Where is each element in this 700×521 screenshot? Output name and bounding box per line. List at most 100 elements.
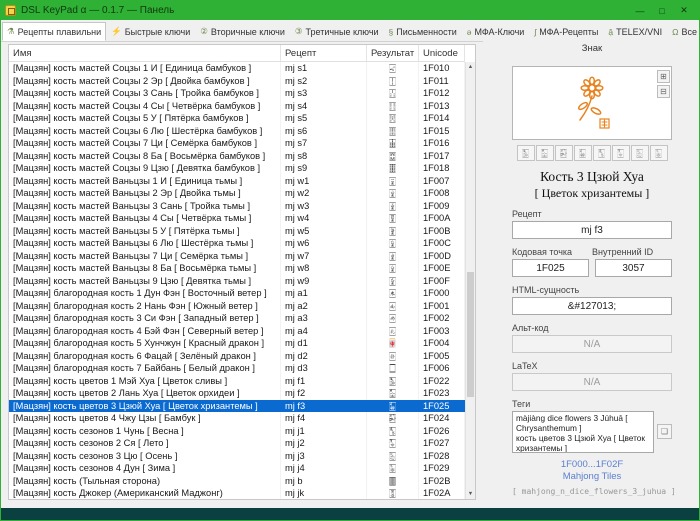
tags-field[interactable]: màjiàng dice flowers 3 Júhuā [ Chrysanth… (512, 411, 654, 453)
table-row[interactable]: [Мацзян] кость сезонов 1 Чунь [ Весна ]m… (9, 425, 465, 438)
tab-all-symbols[interactable]: ΩВсе символы (667, 22, 699, 41)
cell-unicode: 1F010 (419, 62, 465, 75)
cell-name: [Мацзян] благородная кость 4 Бэй Фэн [ С… (9, 325, 281, 338)
smelter-recipes-icon: ⚗ (7, 26, 15, 37)
table-row[interactable]: [Мацзян] благородная кость 7 Байбань [ Б… (9, 362, 465, 375)
tab-ipa-recipes[interactable]: ʃМФА-Рецепты (529, 22, 603, 41)
tab-label: МФА-Рецепты (539, 27, 598, 37)
table-row[interactable]: [Мацзян] благородная кость 6 Фацай [ Зел… (9, 350, 465, 363)
table-scrollbar[interactable]: ▲ ▼ (465, 62, 475, 499)
cell-unicode: 1F028 (419, 450, 465, 463)
cell-name: [Мацзян] благородная кость 3 Си Фэн [ За… (9, 312, 281, 325)
table-row[interactable]: [Мацзян] кость мастей Соцзы 7 Ци [ Семёр… (9, 137, 465, 150)
table-row[interactable]: [Мацзян] благородная кость 3 Си Фэн [ За… (9, 312, 465, 325)
tab-telex-vni[interactable]: ậTELEX/VNI (603, 22, 667, 41)
table-row[interactable]: [Мацзян] кость цветов 4 Чжу Цзы [ Бамбук… (9, 412, 465, 425)
scroll-down-icon[interactable]: ▼ (466, 489, 475, 499)
cell-name: [Мацзян] благородная кость 5 Хунчжун [ К… (9, 337, 281, 350)
cell-recipe: mj f4 (281, 412, 367, 425)
scroll-up-icon[interactable]: ▲ (466, 62, 475, 72)
table-row[interactable]: [Мацзян] кость цветов 3 Цзюй Хуа [ Цвето… (9, 400, 465, 413)
column-header[interactable]: Unicode (419, 45, 465, 61)
table-row[interactable]: [Мацзян] кость сезонов 3 Цю [ Осень ]mj … (9, 450, 465, 463)
column-header[interactable]: Рецепт (281, 45, 367, 61)
variant-tile-button[interactable]: 🀨 (631, 145, 649, 161)
table-row[interactable]: [Мацзян] кость мастей Соцзы 9 Цзю [ Девя… (9, 162, 465, 175)
table-row[interactable]: [Мацзян] кость мастей Ваньцзы 9 Цзю [ Де… (9, 275, 465, 288)
table-row[interactable]: [Мацзян] кость цветов 2 Лань Хуа [ Цвето… (9, 387, 465, 400)
table-row[interactable]: [Мацзян] кость мастей Соцзы 6 Лю [ Шестё… (9, 125, 465, 138)
table-row[interactable]: [Мацзян] кость (Тыльная сторона)mj b🀫1F0… (9, 475, 465, 488)
cell-name: [Мацзян] кость сезонов 4 Дун [ Зима ] (9, 462, 281, 475)
cell-result: 🀐 (367, 62, 419, 75)
table-row[interactable]: [Мацзян] кость мастей Ваньцзы 7 Ци [ Сем… (9, 250, 465, 263)
variant-tile-button[interactable]: 🀥 (574, 145, 592, 161)
cell-name: [Мацзян] кость мастей Ваньцзы 2 Эр [ Дво… (9, 187, 281, 200)
variant-tile-button[interactable]: 🀢 (517, 145, 535, 161)
variant-tile-button[interactable]: 🀧 (612, 145, 630, 161)
tile-preview: ⊞⊟ (512, 66, 672, 140)
table-row[interactable]: [Мацзян] кость сезонов 4 Дун [ Зима ]mj … (9, 462, 465, 475)
cell-recipe: mj a2 (281, 300, 367, 313)
table-row[interactable]: [Мацзян] благородная кость 4 Бэй Фэн [ С… (9, 325, 465, 338)
table-row[interactable]: [Мацзян] кость сезонов 2 Ся [ Лето ]mj j… (9, 437, 465, 450)
table-row[interactable]: [Мацзян] кость мастей Ваньцзы 2 Эр [ Дво… (9, 187, 465, 200)
table-row[interactable]: [Мацзян] кость мастей Соцзы 4 Сы [ Четвё… (9, 100, 465, 113)
table-row[interactable]: [Мацзян] кость мастей Ваньцзы 8 Ба [ Вос… (9, 262, 465, 275)
tab-scripts[interactable]: §Письменности (384, 22, 462, 41)
preview-action-button-2[interactable]: ⊟ (657, 85, 670, 98)
variant-tile-button[interactable]: 🀣 (536, 145, 554, 161)
column-header[interactable]: Имя (9, 45, 281, 61)
cell-unicode: 1F016 (419, 137, 465, 150)
table-row[interactable]: [Мацзян] кость мастей Ваньцзы 3 Сань [ Т… (9, 200, 465, 213)
recipe-field[interactable]: mj f3 (512, 221, 672, 239)
unicode-block-link[interactable]: Mahjong Tiles (512, 471, 672, 483)
variant-tile-button[interactable]: 🀩 (650, 145, 668, 161)
tags-copy-icon[interactable]: ❏ (657, 424, 672, 439)
close-button[interactable]: ✕ (673, 3, 695, 18)
scrollbar-thumb[interactable] (467, 272, 474, 397)
tab-fast-keys[interactable]: ⚡Быстрые ключи (106, 22, 195, 41)
table-row[interactable]: [Мацзян] кость мастей Соцзы 5 У [ Пятёрк… (9, 112, 465, 125)
status-bar (1, 508, 699, 520)
table-row[interactable]: [Мацзян] кость мастей Соцзы 3 Сань [ Тро… (9, 87, 465, 100)
minimize-button[interactable]: — (629, 3, 651, 18)
table-row[interactable]: [Мацзян] кость мастей Ваньцзы 5 У [ Пятё… (9, 225, 465, 238)
table-row[interactable]: [Мацзян] благородная кость 2 Нань Фэн [ … (9, 300, 465, 313)
cell-name: [Мацзян] кость мастей Ваньцзы 5 У [ Пятё… (9, 225, 281, 238)
maximize-button[interactable]: □ (651, 3, 673, 18)
table-row[interactable]: [Мацзян] благородная кость 1 Дун Фэн [ В… (9, 287, 465, 300)
cell-unicode: 1F023 (419, 387, 465, 400)
tab-ipa-keys[interactable]: əМФА-Ключи (462, 22, 530, 41)
preview-action-button-1[interactable]: ⊞ (657, 70, 670, 83)
cell-recipe: mj j4 (281, 462, 367, 475)
table-row[interactable]: [Мацзян] кость мастей Соцзы 2 Эр [ Двойк… (9, 75, 465, 88)
table-row[interactable]: [Мацзян] кость Джокер (Американский Мадж… (9, 487, 465, 499)
tab-smelter-recipes[interactable]: ⚗Рецепты плавильни (2, 22, 106, 41)
chrysanthemum-glyph (571, 75, 613, 131)
cell-unicode: 1F003 (419, 325, 465, 338)
html-entity-field[interactable]: &#127013; (512, 297, 672, 315)
variant-tile-button[interactable]: 🀦 (593, 145, 611, 161)
internal-id-field[interactable]: 3057 (595, 259, 672, 277)
cell-result: 🀑 (367, 75, 419, 88)
variant-tile-button[interactable]: 🀤 (555, 145, 573, 161)
unicode-range-link[interactable]: 1F000...1F02F (512, 459, 672, 471)
cell-name: [Мацзян] кость мастей Соцзы 2 Эр [ Двойк… (9, 75, 281, 88)
column-header[interactable]: Результат (367, 45, 419, 61)
cell-recipe: mj d3 (281, 362, 367, 375)
tab-tertiary-keys[interactable]: ③Третичные ключи (290, 22, 384, 41)
table-row[interactable]: [Мацзян] кость мастей Ваньцзы 4 Сы [ Чет… (9, 212, 465, 225)
codepoint-field[interactable]: 1F025 (512, 259, 589, 277)
table-row[interactable]: [Мацзян] кость мастей Ваньцзы 1 И [ Един… (9, 175, 465, 188)
tab-secondary-keys[interactable]: ②Вторичные ключи (195, 22, 290, 41)
cell-recipe: mj f1 (281, 375, 367, 388)
table-row[interactable]: [Мацзян] кость мастей Соцзы 1 И [ Единиц… (9, 62, 465, 75)
table-row[interactable]: [Мацзян] кость мастей Ваньцзы 6 Лю [ Шес… (9, 237, 465, 250)
cell-result: 🀨 (367, 450, 419, 463)
cell-name: [Мацзян] кость мастей Соцзы 6 Лю [ Шестё… (9, 125, 281, 138)
table-row[interactable]: [Мацзян] кость мастей Соцзы 8 Ба [ Восьм… (9, 150, 465, 163)
table-row[interactable]: [Мацзян] благородная кость 5 Хунчжун [ К… (9, 337, 465, 350)
table-row[interactable]: [Мацзян] кость цветов 1 Мэй Хуа [ Цветок… (9, 375, 465, 388)
cell-result: 🀕 (367, 125, 419, 138)
